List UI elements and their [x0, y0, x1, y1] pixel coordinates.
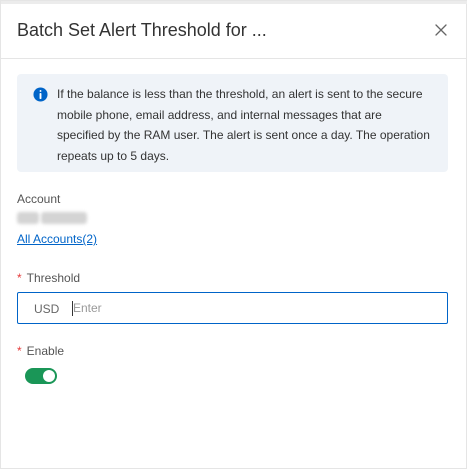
close-icon[interactable]	[433, 22, 449, 38]
enable-toggle[interactable]	[25, 368, 57, 384]
threshold-input[interactable]	[73, 293, 433, 323]
dialog-header: Batch Set Alert Threshold for ...	[1, 4, 467, 58]
enable-label: * Enable	[17, 344, 64, 358]
dialog-panel: Batch Set Alert Threshold for ... If the…	[0, 0, 467, 469]
threshold-field[interactable]: USD	[17, 292, 448, 324]
dialog-title: Batch Set Alert Threshold for ...	[17, 20, 267, 40]
required-mark: *	[17, 271, 22, 285]
notice-text: If the balance is less than the threshol…	[57, 87, 430, 163]
enable-label-text: Enable	[26, 344, 65, 358]
header-divider	[1, 58, 467, 59]
account-value-redacted	[17, 212, 87, 224]
threshold-label-text: Threshold	[26, 271, 81, 285]
info-notice: If the balance is less than the threshol…	[17, 74, 448, 172]
account-label: Account	[17, 192, 61, 206]
info-icon	[33, 87, 48, 102]
toggle-knob	[43, 370, 55, 382]
all-accounts-link[interactable]: All Accounts(2)	[17, 232, 97, 246]
threshold-label: * Threshold	[17, 271, 80, 285]
required-mark: *	[17, 344, 22, 358]
currency-prefix: USD	[34, 302, 60, 316]
